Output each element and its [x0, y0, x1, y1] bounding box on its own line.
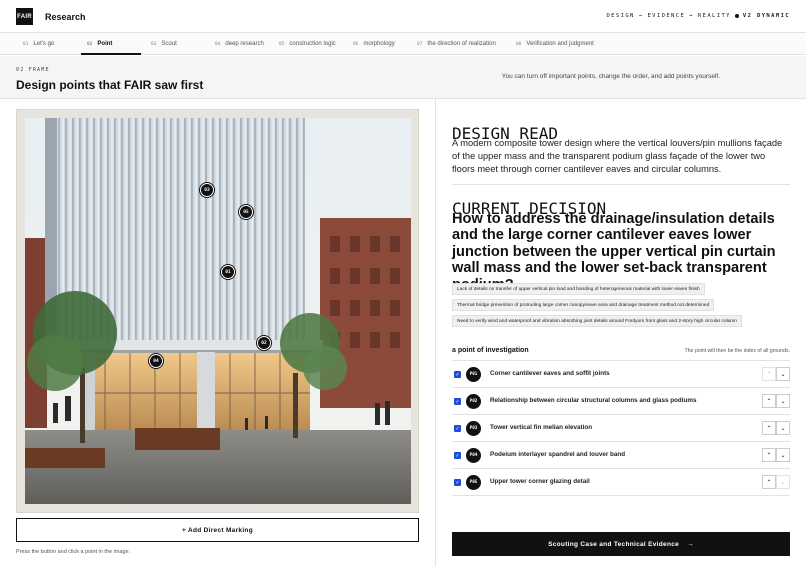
point-badge: P01 — [466, 367, 481, 382]
version-label: V2 DYNAMIC — [742, 13, 790, 19]
tagline-evidence: EVIDENCE — [647, 13, 686, 19]
move-up-button[interactable]: ⌃ — [762, 475, 776, 489]
point-row: ✓ P03 Tower vertical fin melian elevatio… — [452, 415, 790, 442]
point-label: Upper tower corner glazing detail — [490, 478, 590, 485]
point-row: ✓ P02 Relationship between circular stru… — [452, 388, 790, 415]
point-badge: P05 — [466, 475, 481, 490]
issue-chip: Need to verify wind and waterproof and v… — [452, 315, 742, 327]
chevron-down-icon: ⌄ — [780, 452, 786, 459]
move-up-button[interactable]: ⌃ — [762, 448, 776, 462]
scouting-case-button[interactable]: Scouting Case and Technical Evidence → — [452, 532, 790, 556]
band-note: You can turn off important points, chang… — [501, 73, 720, 80]
arrow-right-icon: → — [687, 540, 694, 548]
marking-hint: Press the button and click a point in th… — [16, 549, 131, 555]
investigation-note: The point will then be the index of all … — [684, 348, 790, 354]
point-checkbox[interactable]: ✓ — [454, 479, 461, 486]
tab-lets-go[interactable]: 01 Let's go — [23, 33, 54, 55]
move-down-button[interactable]: ⌄ — [776, 475, 790, 489]
move-up-button[interactable]: ⌃ — [762, 421, 776, 435]
tab-direction-of-realization[interactable]: 07 the direction of realization — [417, 33, 496, 55]
tab-morphology[interactable]: 06 morphology — [353, 33, 395, 55]
tagline-reality: REALITY — [697, 13, 731, 19]
point-row: ✓ P05 Upper tower corner glazing detail … — [452, 469, 790, 496]
panel-divider — [435, 99, 436, 566]
section-band: 02 FRAME Design points that FAIR saw fir… — [0, 56, 806, 99]
chevron-down-icon: ⌄ — [780, 425, 786, 432]
move-down-button[interactable]: ⌄ — [776, 394, 790, 408]
tagline-design: DESIGN — [606, 13, 635, 19]
point-badge: P04 — [466, 448, 481, 463]
move-down-button[interactable]: ⌄ — [776, 448, 790, 462]
tab-construction-logic[interactable]: 05 construction logic — [279, 33, 336, 55]
building-render-image[interactable] — [25, 118, 411, 504]
point-label: Relationship between circular structural… — [490, 397, 697, 404]
marker-03[interactable]: 03 — [200, 183, 214, 197]
point-checkbox[interactable]: ✓ — [454, 452, 461, 459]
marker-02[interactable]: 02 — [257, 336, 271, 350]
point-label: Tower vertical fin melian elevation — [490, 424, 593, 431]
tab-point[interactable]: 02 Point — [80, 33, 143, 55]
brand-title: Research — [45, 12, 86, 22]
step-tabs: 01 Let's go 02 Point 03 Scout 04 deep resear… — [0, 33, 806, 55]
tab-verification[interactable]: 08 Verification and judgment — [516, 33, 594, 55]
point-checkbox[interactable]: ✓ — [454, 425, 461, 432]
marker-04[interactable]: 04 — [149, 354, 163, 368]
issue-chip: Thermal bridge prevention of protruding … — [452, 299, 715, 311]
point-badge: P03 — [466, 421, 481, 436]
tagline: DESIGN → EVIDENCE → REALITY V2 DYNAMIC — [606, 13, 790, 19]
chevron-up-icon: ⌃ — [766, 479, 772, 486]
move-down-button[interactable]: ⌄ — [776, 367, 790, 381]
issue-chip: Lack of details on transfer of upper ver… — [452, 283, 705, 295]
add-direct-marking-button[interactable]: + Add Direct Marking — [16, 518, 419, 542]
tagline-arrow-1: → — [638, 13, 644, 19]
page-title: Design points that FAIR saw first — [16, 78, 204, 92]
tagline-arrow-2: → — [689, 13, 694, 19]
check-icon: ✓ — [455, 371, 460, 378]
chevron-up-icon: ⌃ — [766, 452, 772, 459]
design-read-text: A modern composite tower design where th… — [452, 138, 783, 174]
frame-eyebrow: 02 FRAME — [16, 67, 50, 73]
check-icon: ✓ — [455, 452, 460, 459]
chevron-up-icon: ⌃ — [766, 398, 772, 405]
move-up-button[interactable]: ⌃ — [762, 367, 776, 381]
move-down-button[interactable]: ⌄ — [776, 421, 790, 435]
tab-scout[interactable]: 03 Scout — [151, 33, 177, 55]
chevron-down-icon: ⌄ — [780, 398, 786, 405]
point-row: ✓ P04 Podeium interlayer spandrel and lo… — [452, 442, 790, 469]
marker-01[interactable]: 01 — [221, 265, 235, 279]
move-up-button[interactable]: ⌃ — [762, 394, 776, 408]
cta-label: Scouting Case and Technical Evidence — [548, 540, 680, 548]
check-icon: ✓ — [455, 479, 460, 486]
chevron-down-icon: ⌄ — [780, 371, 786, 378]
chevron-down-icon: ⌄ — [780, 479, 786, 486]
tab-deep-research[interactable]: 04 deep research — [215, 33, 264, 55]
point-label: Podeium interlayer spandrel and louver b… — [490, 451, 626, 458]
check-icon: ✓ — [455, 398, 460, 405]
chevron-up-icon: ⌃ — [766, 425, 772, 432]
image-canvas[interactable]: 03 05 01 02 04 — [16, 109, 419, 513]
point-checkbox[interactable]: ✓ — [454, 371, 461, 378]
marker-05[interactable]: 05 — [239, 205, 253, 219]
point-checkbox[interactable]: ✓ — [454, 398, 461, 405]
current-decision-question: How to address the drainage/insulation d… — [452, 211, 776, 293]
tagline-dot-icon — [734, 14, 739, 18]
top-header: FAIR Research DESIGN → EVIDENCE → REALIT… — [0, 0, 806, 33]
point-label: Corner cantilever eaves and soffit joint… — [490, 370, 610, 377]
check-icon: ✓ — [455, 425, 460, 432]
chevron-up-icon: ⌃ — [766, 371, 772, 378]
fair-logo[interactable]: FAIR — [16, 8, 33, 25]
point-badge: P02 — [466, 394, 481, 409]
divider — [452, 184, 790, 185]
point-row: ✓ P01 Corner cantilever eaves and soffit… — [452, 361, 790, 388]
